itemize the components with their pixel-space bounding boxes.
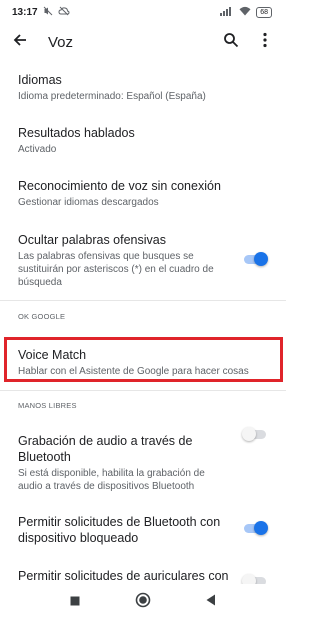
item-title: Permitir solicitudes de Bluetooth con di… <box>18 515 221 545</box>
divider <box>0 390 286 391</box>
list-item-reconocimiento-voz[interactable]: Reconocimiento de voz sin conexión Gesti… <box>0 178 286 209</box>
toggle-thumb <box>254 252 268 266</box>
ocultar-palabras-toggle[interactable] <box>242 252 268 266</box>
status-time: 13:17 <box>12 6 38 18</box>
item-title: Permitir solicitudes de auriculares con <box>18 569 229 583</box>
recents-button[interactable] <box>63 590 87 614</box>
divider <box>0 300 286 301</box>
circle-icon <box>135 592 151 613</box>
section-header-ok-google: OK GOOGLE <box>18 312 66 321</box>
arrow-left-icon <box>12 32 28 53</box>
grabacion-bluetooth-toggle[interactable] <box>242 427 268 441</box>
item-title: Grabación de audio a través de Bluetooth <box>18 434 193 464</box>
voice-match-highlight <box>4 337 283 382</box>
status-bar: 13:17 68 <box>0 0 286 24</box>
home-button[interactable] <box>131 590 155 614</box>
more-options-button[interactable] <box>248 25 282 59</box>
list-item-resultados-hablados[interactable]: Resultados hablados Activado <box>0 125 286 156</box>
item-subtitle: Las palabras ofensivas que busques se su… <box>18 251 214 288</box>
square-icon <box>70 593 80 611</box>
toggle-thumb <box>254 521 268 535</box>
list-item-idiomas[interactable]: Idiomas Idioma predeterminado: Español (… <box>0 72 286 103</box>
mute-icon <box>43 6 53 19</box>
item-subtitle: Idioma predeterminado: Español (España) <box>18 91 206 102</box>
nav-back-button[interactable] <box>199 590 223 614</box>
page-title: Voz <box>48 33 74 51</box>
cloud-off-icon <box>58 6 70 19</box>
item-title: Reconocimiento de voz sin conexión <box>18 179 221 193</box>
toggle-thumb <box>242 574 256 584</box>
system-nav-bar <box>0 584 286 620</box>
app-bar: Voz <box>0 24 286 60</box>
settings-list: Idiomas Idioma predeterminado: Español (… <box>0 60 286 584</box>
wifi-icon <box>239 6 251 19</box>
auriculares-toggle[interactable] <box>242 574 268 584</box>
battery-icon: 68 <box>256 6 272 18</box>
item-subtitle: Si está disponible, habilita la grabació… <box>18 468 205 492</box>
item-title: Idiomas <box>18 73 62 87</box>
signal-icon <box>220 6 234 19</box>
section-header-manos-libres: MANOS LIBRES <box>18 401 77 410</box>
item-title: Resultados hablados <box>18 126 135 140</box>
list-item-grabacion-bluetooth[interactable]: Grabación de audio a través de Bluetooth… <box>0 433 286 493</box>
more-vert-icon <box>262 32 268 53</box>
bluetooth-bloqueado-toggle[interactable] <box>242 521 268 535</box>
item-subtitle: Activado <box>18 144 57 155</box>
triangle-icon <box>206 593 216 611</box>
item-title: Ocultar palabras ofensivas <box>18 233 166 247</box>
back-button[interactable] <box>2 24 38 60</box>
search-icon <box>223 32 239 53</box>
search-button[interactable] <box>214 25 248 59</box>
toggle-thumb <box>242 427 256 441</box>
item-subtitle: Gestionar idiomas descargados <box>18 197 159 208</box>
